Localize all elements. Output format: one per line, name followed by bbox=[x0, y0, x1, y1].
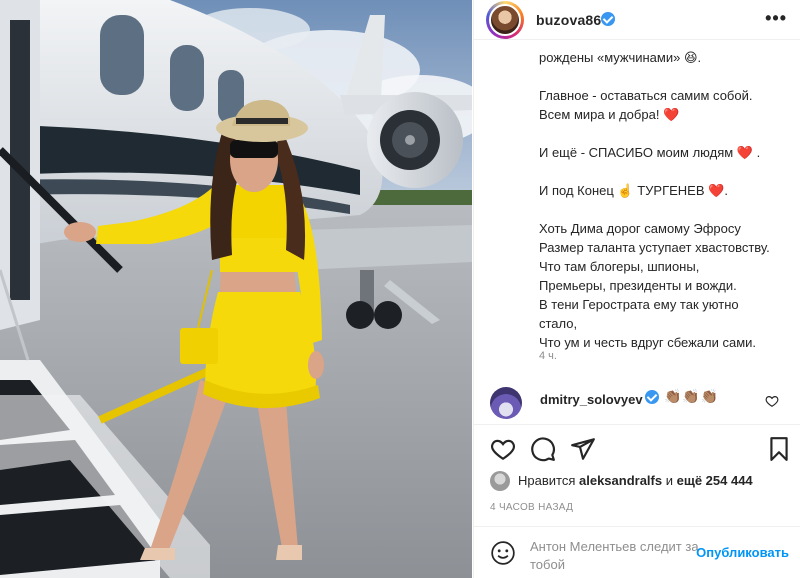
smiley-icon[interactable] bbox=[490, 540, 516, 566]
comment-icon[interactable] bbox=[530, 436, 556, 462]
likes-text: Нравится aleksandralfs и ещё 254 444 bbox=[518, 473, 753, 488]
caption-line: Что ум и честь вдруг сбежали сами. bbox=[539, 335, 757, 350]
post-caption: рождены «мужчинами» 😆. Главное - остават… bbox=[539, 48, 789, 352]
caption-line: стало, bbox=[539, 316, 578, 331]
caption-line: Всем мира и добра! ❤️ bbox=[539, 107, 680, 122]
comment-row: dmitry_solovyev 👏🏽👏🏽👏🏽 bbox=[474, 382, 800, 422]
verified-badge-icon bbox=[645, 390, 659, 404]
share-icon[interactable] bbox=[570, 436, 596, 462]
post-panel: buzova86 ••• рождены «мужчинами» 😆. Глав… bbox=[473, 0, 800, 578]
post-header: buzova86 ••• bbox=[474, 0, 800, 40]
author-username[interactable]: buzova86 bbox=[536, 12, 601, 28]
comment-input[interactable]: Антон Мелентьев следит за тобой bbox=[530, 538, 700, 574]
caption-line: И под Конец ☝️ ТУРГЕНЕВ ❤️. bbox=[539, 183, 728, 198]
comment-text: 👏🏽👏🏽👏🏽 bbox=[664, 388, 720, 404]
publish-button[interactable]: Опубликовать bbox=[696, 545, 789, 560]
caption-line: И ещё - СПАСИБО моим людям ❤️ . bbox=[539, 145, 761, 160]
caption-time: 4 ч. bbox=[539, 350, 557, 362]
post-timestamp[interactable]: 4 ЧАСОВ НАЗАД bbox=[490, 502, 573, 513]
liker-avatar[interactable] bbox=[490, 471, 510, 491]
caption-line: Что там блогеры, шпионы, bbox=[539, 259, 700, 274]
bookmark-icon[interactable] bbox=[766, 436, 792, 462]
post-photo[interactable] bbox=[0, 0, 472, 578]
caption-line: Хоть Дима дорог самому Эфросу bbox=[539, 221, 741, 236]
comment-box: Антон Мелентьев следит за тобой Опублико… bbox=[474, 526, 800, 578]
heart-icon[interactable] bbox=[490, 436, 516, 462]
liker-username[interactable]: aleksandralfs bbox=[579, 473, 662, 488]
likes-middle: и bbox=[665, 473, 673, 488]
commenter-username[interactable]: dmitry_solovyev bbox=[540, 392, 643, 407]
author-avatar[interactable] bbox=[486, 1, 524, 39]
verified-badge-icon bbox=[601, 12, 615, 26]
caption-line: Премьеры, президенты и вожди. bbox=[539, 278, 737, 293]
more-icon[interactable]: ••• bbox=[765, 8, 787, 29]
likes-count[interactable]: ещё 254 444 bbox=[677, 473, 753, 488]
avatar bbox=[489, 4, 521, 36]
likes-prefix: Нравится bbox=[518, 473, 576, 488]
caption-line: Главное - оставаться самим собой. bbox=[539, 88, 753, 103]
caption-line: Размер таланта уступает хвастовству. bbox=[539, 240, 770, 255]
caption-line: В тени Герострата ему так уютно bbox=[539, 297, 739, 312]
likes-row: Нравится aleksandralfs и ещё 254 444 bbox=[490, 470, 790, 491]
caption-line: рождены «мужчинами» 😆. bbox=[539, 50, 702, 65]
post-image bbox=[0, 0, 472, 578]
action-bar bbox=[474, 430, 800, 470]
divider bbox=[474, 424, 800, 425]
commenter-avatar[interactable] bbox=[490, 387, 522, 419]
comment-like-icon[interactable] bbox=[765, 394, 779, 408]
